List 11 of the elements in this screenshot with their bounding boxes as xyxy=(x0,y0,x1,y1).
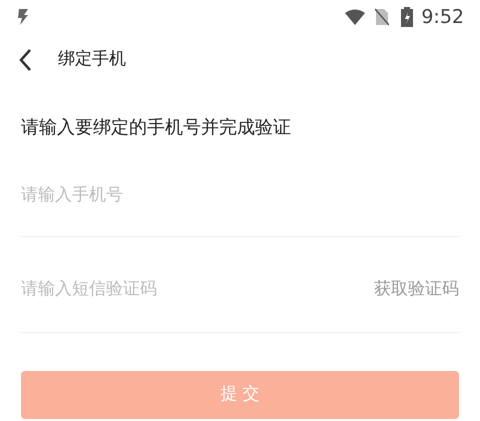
no-sim-icon xyxy=(375,8,390,26)
phone-field[interactable]: 请输入手机号 xyxy=(21,183,459,208)
prompt-text: 请输入要绑定的手机号并完成验证 xyxy=(21,116,292,140)
page-title: 绑定手机 xyxy=(58,48,126,72)
battery-icon xyxy=(401,7,414,27)
get-code-link[interactable]: 获取验证码 xyxy=(374,277,459,302)
code-field[interactable]: 请输入短信验证码 xyxy=(21,277,374,302)
back-icon xyxy=(18,48,32,72)
wifi-icon xyxy=(345,9,366,25)
lightning-icon xyxy=(16,8,30,26)
status-time: 9:52 xyxy=(421,4,464,30)
